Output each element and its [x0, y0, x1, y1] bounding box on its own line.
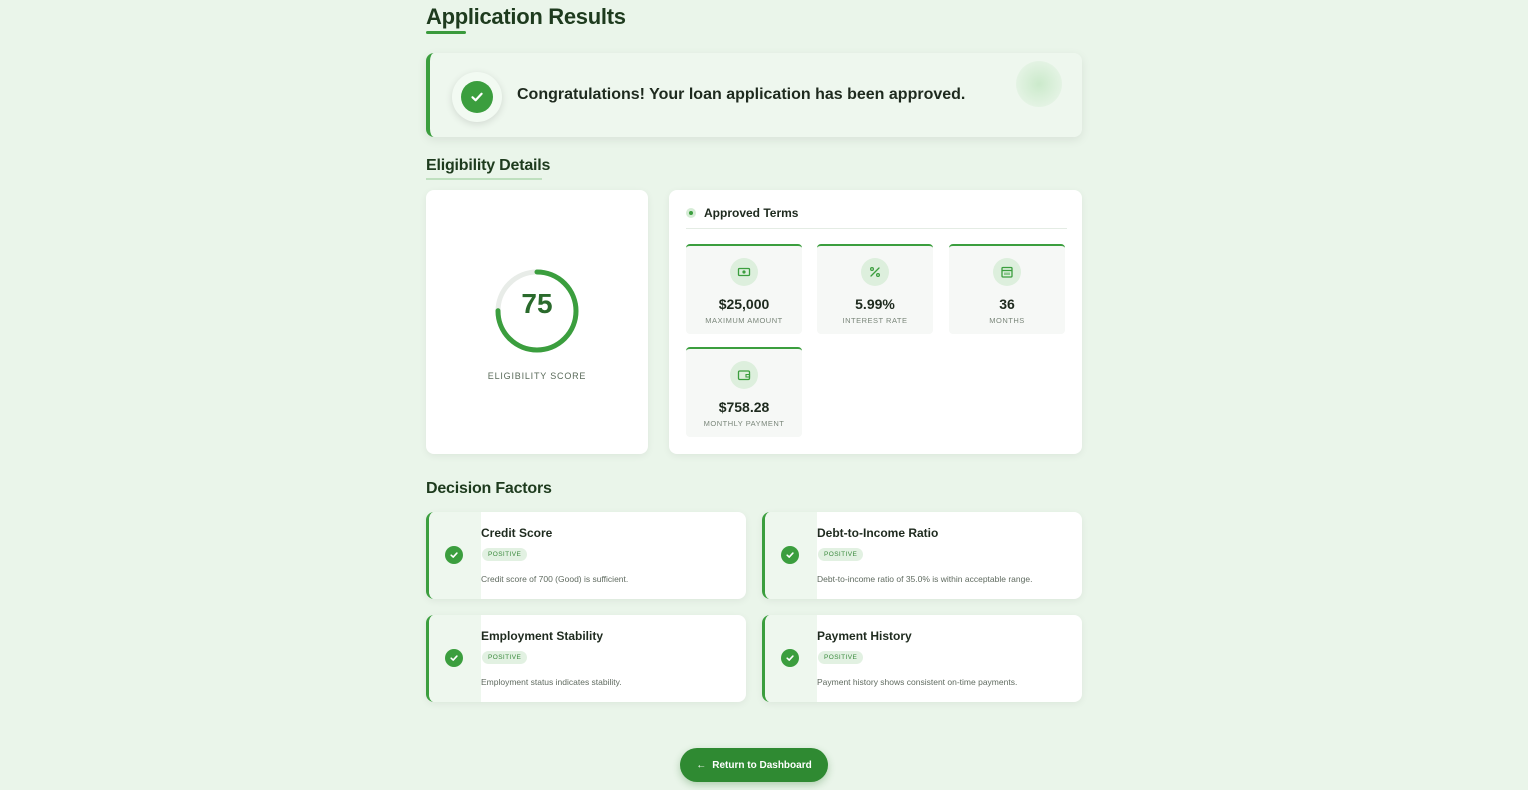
factor-card-debt-to-income: Debt-to-Income Ratio POSITIVE Debt-to-in…	[762, 512, 1082, 599]
check-icon	[781, 546, 799, 564]
check-icon	[781, 649, 799, 667]
factor-description: Debt-to-income ratio of 35.0% is within …	[817, 574, 1033, 584]
factor-card-payment-history: Payment History POSITIVE Payment history…	[762, 615, 1082, 702]
status-badge: POSITIVE	[482, 651, 528, 664]
return-button-label: Return to Dashboard	[712, 759, 812, 771]
check-circle-icon	[461, 81, 493, 113]
wallet-icon	[730, 361, 758, 389]
term-tile-monthly-payment: $758.28 MONTHLY PAYMENT	[686, 347, 802, 437]
percent-icon	[861, 258, 889, 286]
factor-description: Credit score of 700 (Good) is sufficient…	[481, 574, 629, 584]
terms-dot-icon	[686, 208, 696, 218]
eligibility-score-value: 75	[521, 288, 553, 319]
status-badge: POSITIVE	[482, 548, 528, 561]
alert-icon-wrap	[452, 72, 502, 122]
arrow-left-icon: ←	[696, 759, 707, 771]
term-label: MAXIMUM AMOUNT	[705, 316, 783, 325]
term-value: 36	[999, 296, 1015, 312]
page-title: Application Results	[426, 4, 626, 29]
terms-title: Approved Terms	[704, 206, 799, 220]
title-underline	[426, 31, 466, 34]
term-tile-maximum-amount: $25,000 MAXIMUM AMOUNT	[686, 244, 802, 334]
term-value: $758.28	[718, 399, 770, 415]
eligibility-score-card: 75 ELIGIBILITY SCORE	[426, 190, 648, 454]
term-tile-interest-rate: 5.99% INTEREST RATE	[817, 244, 933, 334]
factor-title: Payment History	[817, 629, 912, 643]
term-label: MONTHLY PAYMENT	[703, 419, 785, 428]
check-icon	[445, 649, 463, 667]
terms-divider	[686, 228, 1067, 229]
status-badge: POSITIVE	[818, 651, 864, 664]
factor-description: Payment history shows consistent on-time…	[817, 677, 1018, 687]
eligibility-score-label: ELIGIBILITY SCORE	[487, 371, 587, 381]
return-to-dashboard-button[interactable]: ← Return to Dashboard	[680, 748, 828, 782]
approval-message: Congratulations! Your loan application h…	[517, 86, 966, 103]
eligibility-section-title: Eligibility Details	[426, 157, 551, 174]
approved-terms-card: Approved Terms $25,000 MAXIMUM AMOUNT 5.…	[669, 190, 1082, 454]
term-tile-months: 36 MONTHS	[949, 244, 1065, 334]
term-value: 5.99%	[855, 296, 895, 312]
factor-title: Employment Stability	[481, 629, 604, 643]
factor-description: Employment status indicates stability.	[481, 677, 622, 687]
section-underline	[426, 178, 542, 180]
calendar-icon	[993, 258, 1021, 286]
factor-card-employment-stability: Employment Stability POSITIVE Employment…	[426, 615, 746, 702]
cash-icon	[730, 258, 758, 286]
factor-title: Debt-to-Income Ratio	[817, 526, 939, 540]
term-value: $25,000	[718, 296, 770, 312]
factor-card-credit-score: Credit Score POSITIVE Credit score of 70…	[426, 512, 746, 599]
status-badge: POSITIVE	[818, 548, 864, 561]
terms-header: Approved Terms	[686, 206, 798, 220]
decision-factors-title: Decision Factors	[426, 480, 552, 497]
term-label: INTEREST RATE	[842, 316, 908, 325]
check-icon	[445, 546, 463, 564]
term-label: MONTHS	[989, 316, 1025, 325]
decorative-glow	[1016, 61, 1062, 107]
factor-title: Credit Score	[481, 526, 553, 540]
approval-alert: Congratulations! Your loan application h…	[426, 53, 1082, 137]
